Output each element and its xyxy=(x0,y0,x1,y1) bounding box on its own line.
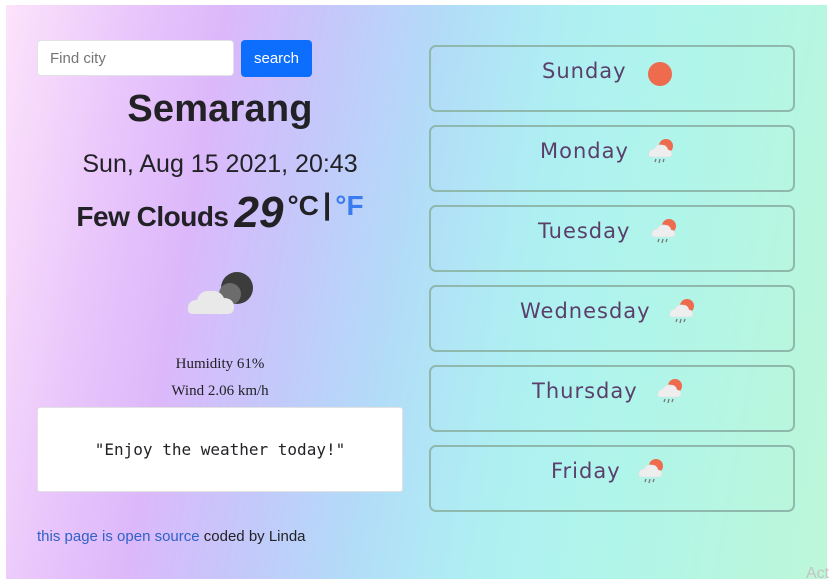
footer-credit: coded by Linda xyxy=(203,528,306,545)
fahrenheit-link[interactable]: °F xyxy=(335,190,363,222)
rain-icon xyxy=(649,217,679,252)
forecast-card-friday: Friday xyxy=(429,445,795,512)
forecast-card-wednesday: Wednesday xyxy=(429,285,795,352)
cloud-moon-icon xyxy=(185,268,255,323)
forecast-day-label: Monday xyxy=(540,139,629,163)
wind-text: Wind 2.06 km/h xyxy=(171,383,269,399)
rain-icon xyxy=(667,297,697,332)
forecast-card-tuesday: Tuesday xyxy=(429,205,795,272)
city-name: Semarang xyxy=(127,88,313,130)
forecast-day-label: Thursday xyxy=(532,379,638,403)
current-datetime: Sun, Aug 15 2021, 20:43 xyxy=(82,150,358,178)
open-source-link[interactable]: this page is open source xyxy=(37,528,200,545)
celsius-link[interactable]: °C xyxy=(287,190,318,222)
forecast-day-label: Friday xyxy=(551,459,621,483)
humidity-text: Humidity 61% xyxy=(175,356,265,372)
search-button[interactable]: search xyxy=(241,40,312,77)
forecast-day-label: Tuesday xyxy=(538,219,631,243)
quote-text: "Enjoy the weather today!" xyxy=(94,440,346,459)
unit-separator: | xyxy=(322,188,332,221)
quote-box: "Enjoy the weather today!" xyxy=(37,407,403,492)
sun-icon xyxy=(647,61,673,92)
rain-icon xyxy=(655,377,685,412)
forecast-day-label: Sunday xyxy=(542,59,627,83)
activate-windows-watermark: Act xyxy=(806,565,830,582)
forecast-card-sunday: Sunday xyxy=(429,45,795,112)
forecast-day-label: Wednesday xyxy=(520,299,651,323)
forecast-card-thursday: Thursday xyxy=(429,365,795,432)
rain-icon xyxy=(646,137,676,172)
temperature-value: 29 xyxy=(234,188,284,237)
weather-description: Few Clouds xyxy=(76,201,229,232)
forecast-card-monday: Monday xyxy=(429,125,795,192)
search-input[interactable] xyxy=(37,40,234,76)
rain-icon xyxy=(636,457,666,492)
footer: this page is open source coded by Linda xyxy=(37,528,306,545)
current-conditions: Few Clouds 29 °C | °F xyxy=(37,188,403,238)
